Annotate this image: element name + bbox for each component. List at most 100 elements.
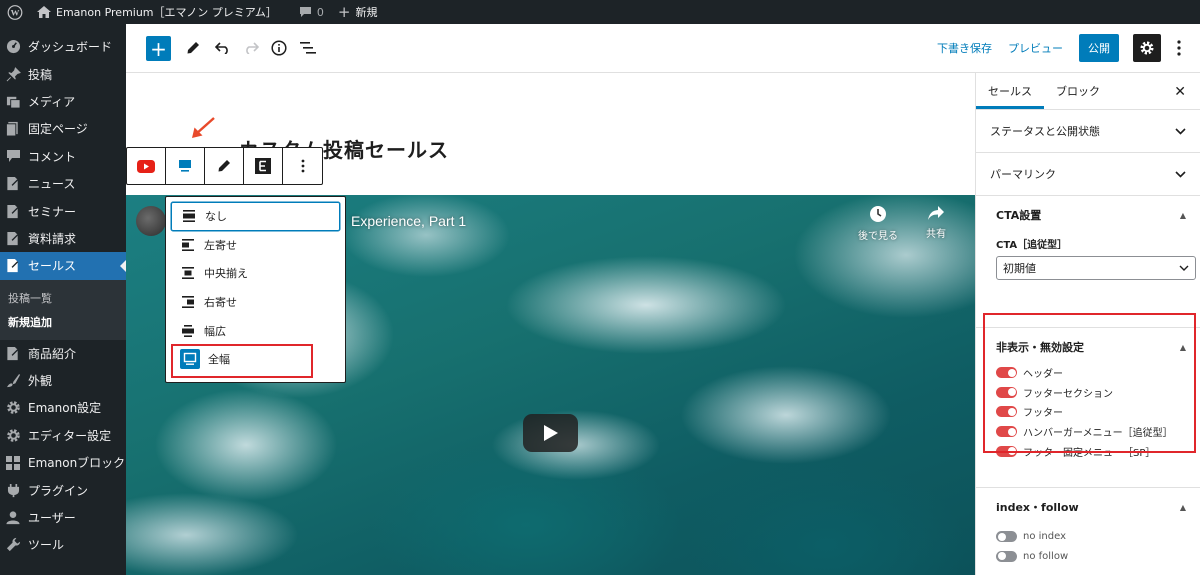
submenu-item-1[interactable]: 新規追加 (0, 310, 126, 334)
user-icon (5, 510, 21, 526)
caret-up-icon[interactable]: ▲ (1180, 503, 1186, 512)
sidebar-item-16[interactable]: ツール (0, 531, 126, 558)
sidebar-item-15[interactable]: ユーザー (0, 504, 126, 531)
edit-pencil-icon[interactable] (205, 148, 244, 184)
align-none-icon (181, 208, 197, 224)
video-title[interactable]: Experience, Part 1 (351, 213, 466, 229)
close-icon[interactable]: ✕ (1174, 84, 1186, 100)
plus-icon: + (337, 2, 351, 21)
sidebar-item-9[interactable]: 商品紹介 (0, 340, 126, 367)
plugin-icon (5, 482, 21, 498)
editor-header: + 下書き保存 プレビュー 公開 (126, 24, 1200, 73)
block-inserter-button[interactable]: + (146, 36, 171, 61)
sidebar-item-7[interactable]: 資料請求 (0, 225, 126, 252)
new-content-link[interactable]: + 新規 (331, 0, 385, 24)
youtube-block-icon[interactable] (127, 148, 166, 184)
preview-button[interactable]: プレビュー (1000, 40, 1071, 56)
alignment-option-1[interactable]: 左寄せ (171, 231, 340, 260)
status-visibility-label: ステータスと公開状態 (990, 125, 1100, 138)
toggle-label: no follow (1023, 550, 1069, 562)
elementor-e-icon[interactable] (244, 148, 283, 184)
sidebar-item-10[interactable]: 外観 (0, 367, 126, 394)
watch-later-label: 後で見る (858, 231, 898, 242)
sidebar-item-8[interactable]: セールス (0, 252, 126, 280)
redo-icon[interactable] (239, 36, 263, 60)
sidebar-item-label: Emanonブロック (28, 456, 126, 471)
gear-icon (1140, 41, 1154, 55)
site-name-link[interactable]: Emanon Premium［エマノン プレミアム］ (30, 0, 284, 24)
sidebar-item-11[interactable]: Emanon設定 (0, 394, 126, 421)
alignment-option-2[interactable]: 中央揃え (171, 259, 340, 288)
sidebar-item-12[interactable]: エディター設定 (0, 422, 126, 449)
appearance-icon (5, 373, 21, 389)
toggle-switch[interactable] (996, 550, 1017, 562)
cta-heading-row[interactable]: CTA設置 ▲ (996, 196, 1186, 234)
admin-sidebar: ダッシュボード 投稿 メディア 固定ページ コメント ニュース セミナー 資料請… (0, 24, 126, 575)
publish-button[interactable]: 公開 (1079, 34, 1119, 62)
caret-up-icon[interactable]: ▲ (1180, 211, 1186, 220)
alignment-option-label: なし (205, 210, 227, 224)
sidebar-item-label: 資料請求 (28, 231, 77, 246)
undo-icon[interactable] (210, 36, 234, 60)
sidebar-item-3[interactable]: 固定ページ (0, 115, 126, 142)
sidebar-item-label: 外観 (28, 374, 53, 389)
comment-icon (5, 148, 21, 164)
alignment-option-0[interactable]: なし (171, 202, 340, 231)
wrench-icon (5, 537, 21, 553)
alignment-option-4[interactable]: 幅広 (171, 316, 340, 345)
cta-select[interactable]: 初期値 (996, 256, 1196, 280)
index-toggle-row-1: no follow (996, 547, 1186, 567)
index-follow-heading-row[interactable]: index・follow ▲ (996, 488, 1186, 526)
wordpress-logo-icon[interactable]: W (0, 0, 30, 24)
block-options-icon[interactable] (283, 148, 322, 184)
settings-tabs: セールス ブロック ✕ (976, 73, 1200, 110)
tab-block[interactable]: ブロック (1044, 73, 1112, 109)
sidebar-item-label: エディター設定 (28, 428, 112, 443)
sidebar-item-label: メディア (28, 94, 76, 109)
post-icon (5, 230, 21, 246)
page-icon (5, 121, 21, 137)
sidebar-item-label: Emanon設定 (28, 401, 102, 416)
sidebar-item-label: 商品紹介 (28, 346, 77, 361)
pencil-icon[interactable] (181, 36, 205, 60)
index-toggle-row-0: no index (996, 527, 1186, 547)
post-icon (5, 203, 21, 219)
alignment-button[interactable] (166, 148, 205, 184)
share-button[interactable]: 共有 (926, 205, 946, 240)
comments-link[interactable]: 0 (292, 0, 331, 24)
settings-gear-button[interactable] (1133, 34, 1161, 62)
align-full-icon (179, 160, 191, 172)
status-visibility-panel[interactable]: ステータスと公開状態 (976, 110, 1200, 153)
cta-heading: CTA設置 (996, 209, 1042, 222)
toggle-switch[interactable] (996, 531, 1017, 543)
permalink-panel[interactable]: パーマリンク (976, 153, 1200, 196)
sidebar-item-label: プラグイン (28, 483, 89, 498)
sidebar-item-5[interactable]: ニュース (0, 170, 126, 197)
tab-post[interactable]: セールス (976, 73, 1044, 109)
list-view-icon[interactable] (296, 36, 320, 60)
post-icon (5, 258, 21, 274)
sidebar-item-14[interactable]: プラグイン (0, 476, 126, 503)
sidebar-item-label: セミナー (28, 204, 77, 219)
chevron-down-icon (1175, 170, 1186, 178)
comment-icon (299, 7, 311, 17)
sidebar-item-0[interactable]: ダッシュボード (0, 33, 126, 60)
sidebar-item-1[interactable]: 投稿 (0, 60, 126, 87)
more-options-icon[interactable] (1167, 36, 1191, 60)
pin-icon (5, 66, 21, 82)
comment-count: 0 (316, 5, 324, 19)
watch-later-button[interactable]: 後で見る (858, 205, 898, 242)
annotation-arrow-icon (192, 117, 215, 138)
play-button[interactable] (523, 414, 578, 452)
align-center-icon (180, 265, 196, 281)
sidebar-item-6[interactable]: セミナー (0, 197, 126, 224)
sidebar-item-13[interactable]: Emanonブロック (0, 449, 126, 476)
alignment-option-label: 左寄せ (204, 238, 237, 252)
sidebar-item-2[interactable]: メディア (0, 88, 126, 115)
alignment-option-3[interactable]: 右寄せ (171, 288, 340, 317)
submenu-item-0[interactable]: 投稿一覧 (0, 286, 126, 310)
save-draft-button[interactable]: 下書き保存 (929, 40, 1000, 56)
sidebar-item-label: ツール (28, 538, 65, 553)
info-icon[interactable] (267, 36, 291, 60)
sidebar-item-4[interactable]: コメント (0, 143, 126, 170)
